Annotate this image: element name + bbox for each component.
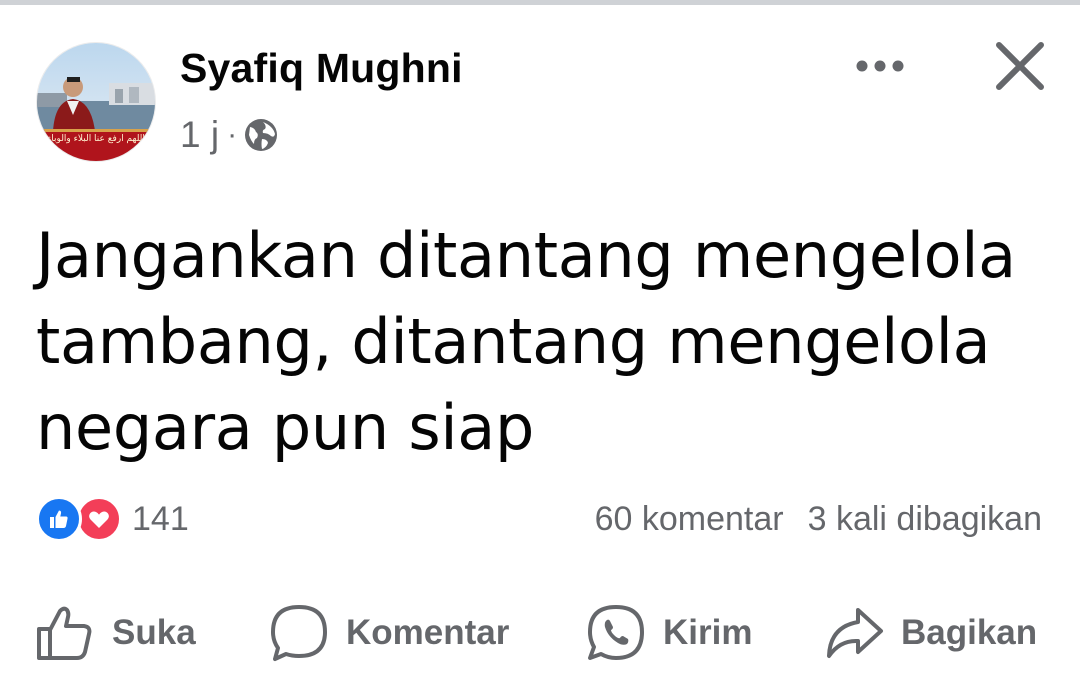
action-bar: Suka Komentar Kirim Bagikan [0,598,1080,668]
comment-label: Komentar [346,613,510,652]
more-options-button[interactable] [845,44,915,88]
comment-count[interactable]: 60 komentar [595,500,784,539]
like-icon [36,496,82,542]
top-divider [0,0,1080,5]
post-meta: 1 j · [180,113,279,157]
send-label: Kirim [663,613,753,652]
ellipsis-icon [856,60,904,72]
avatar-caption: اللهم ارفع عنا البلاء والوباء [47,134,145,144]
whatsapp-icon [588,605,644,660]
love-icon [76,496,122,542]
send-button[interactable]: Kirim [585,598,752,668]
engagement-counts: 60 komentar 3 kali dibagikan [595,496,1042,542]
globe-icon [243,117,279,153]
avatar[interactable]: اللهم ارفع عنا البلاء والوباء [37,43,155,161]
meta-separator: · [227,118,238,151]
author-name[interactable]: Syafiq Mughni [180,45,463,92]
like-button[interactable]: Suka [34,598,196,668]
like-label: Suka [112,613,196,652]
reactions-summary[interactable]: 141 [36,496,189,542]
comment-button[interactable]: Komentar [268,598,509,668]
post-time[interactable]: 1 j [180,114,219,156]
post-text: Jangankan ditantang mengelola tambang, d… [36,219,1016,464]
thumbs-up-icon [37,606,92,660]
comment-icon [271,605,327,661]
share-button[interactable]: Bagikan [823,598,1037,668]
share-count[interactable]: 3 kali dibagikan [808,500,1042,539]
close-icon [996,42,1044,90]
reaction-count: 141 [132,499,189,538]
close-button[interactable] [990,36,1050,96]
share-arrow-icon [827,608,883,658]
share-label: Bagikan [901,613,1038,652]
